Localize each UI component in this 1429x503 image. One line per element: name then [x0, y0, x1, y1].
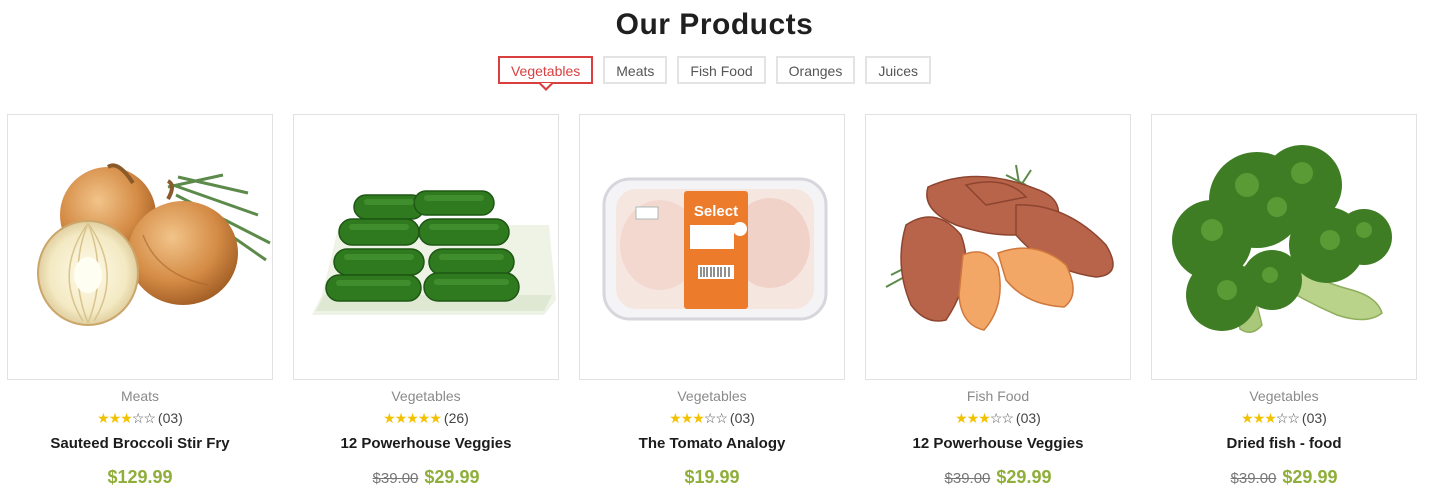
sweet-potato-image — [885, 164, 1114, 331]
current-price: $29.99 — [1282, 467, 1338, 487]
onion-image — [37, 163, 271, 326]
product-category[interactable]: Fish Food — [865, 388, 1131, 405]
current-price: $129.99 — [107, 467, 173, 487]
section-title: Our Products — [615, 8, 814, 41]
category-tabs: Vegetables Meats Fish Food Oranges Juice… — [0, 56, 1429, 91]
product-image-chicken[interactable]: Select — [579, 114, 845, 380]
product-price: $129.99 — [7, 466, 273, 488]
product-name[interactable]: 12 Powerhouse Veggies — [293, 435, 559, 453]
star-rating-icon: ★★★☆☆ — [955, 410, 1014, 426]
review-count: (03) — [1301, 410, 1327, 426]
product-category[interactable]: Vegetables — [579, 388, 845, 405]
current-price: $29.99 — [424, 467, 480, 487]
old-price: $39.00 — [1230, 470, 1277, 487]
product-card: Select Vegetables ★★★☆☆ (03) The Tomato A… — [579, 114, 845, 488]
tab-meats[interactable]: Meats — [603, 56, 668, 84]
old-price: $39.00 — [944, 470, 991, 487]
product-rating: ★★★☆☆ (03) — [579, 409, 845, 427]
product-name[interactable]: 12 Powerhouse Veggies — [865, 435, 1131, 453]
product-card: Vegetables ★★★☆☆ (03) Dried fish - food $… — [1151, 114, 1417, 488]
product-card: Meats ★★★☆☆ (03) Sauteed Broccoli Stir Fr… — [7, 114, 273, 488]
product-rating: ★★★☆☆ (03) — [865, 409, 1131, 427]
tab-oranges[interactable]: Oranges — [775, 56, 856, 84]
broccoli-image — [1172, 145, 1392, 333]
product-name[interactable]: Dried fish - food — [1151, 435, 1417, 453]
product-name[interactable]: The Tomato Analogy — [579, 435, 845, 453]
product-category[interactable]: Vegetables — [293, 388, 559, 405]
product-rating: ★★★★★ (26) — [293, 409, 559, 427]
tab-fish-food[interactable]: Fish Food — [677, 56, 766, 84]
current-price: $19.99 — [684, 467, 740, 487]
product-price: $19.99 — [579, 466, 845, 488]
star-rating-icon: ★★★☆☆ — [669, 410, 728, 426]
product-image-onion[interactable] — [7, 114, 273, 380]
review-count: (03) — [157, 410, 183, 426]
product-card: Fish Food ★★★☆☆ (03) 12 Powerhouse Veggie… — [865, 114, 1131, 488]
cucumber-image — [312, 190, 556, 315]
product-rating: ★★★☆☆ (03) — [7, 409, 273, 427]
star-rating-icon: ★★★☆☆ — [97, 410, 156, 426]
review-count: (26) — [443, 410, 469, 426]
star-rating-icon: ★★★☆☆ — [1241, 410, 1300, 426]
product-image-broccoli[interactable] — [1151, 114, 1417, 380]
current-price: $29.99 — [996, 467, 1052, 487]
chicken-pack-image: Select — [602, 177, 828, 321]
old-price: $39.00 — [372, 470, 419, 487]
product-price: $39.00 $29.99 — [1151, 466, 1417, 488]
product-category[interactable]: Meats — [7, 388, 273, 405]
star-rating-icon: ★★★★★ — [383, 410, 442, 426]
product-image-sweet-potato[interactable] — [865, 114, 1131, 380]
product-card: Vegetables ★★★★★ (26) 12 Powerhouse Veggi… — [293, 114, 559, 488]
tab-juices[interactable]: Juices — [865, 56, 932, 84]
product-name[interactable]: Sauteed Broccoli Stir Fry — [7, 435, 273, 453]
product-rating: ★★★☆☆ (03) — [1151, 409, 1417, 427]
review-count: (03) — [1015, 410, 1041, 426]
review-count: (03) — [729, 410, 755, 426]
package-label: Select — [694, 203, 738, 220]
product-price: $39.00 $29.99 — [865, 466, 1131, 488]
product-category[interactable]: Vegetables — [1151, 388, 1417, 405]
product-price: $39.00 $29.99 — [293, 466, 559, 488]
tab-vegetables[interactable]: Vegetables — [497, 56, 594, 91]
product-image-cucumber[interactable] — [293, 114, 559, 380]
